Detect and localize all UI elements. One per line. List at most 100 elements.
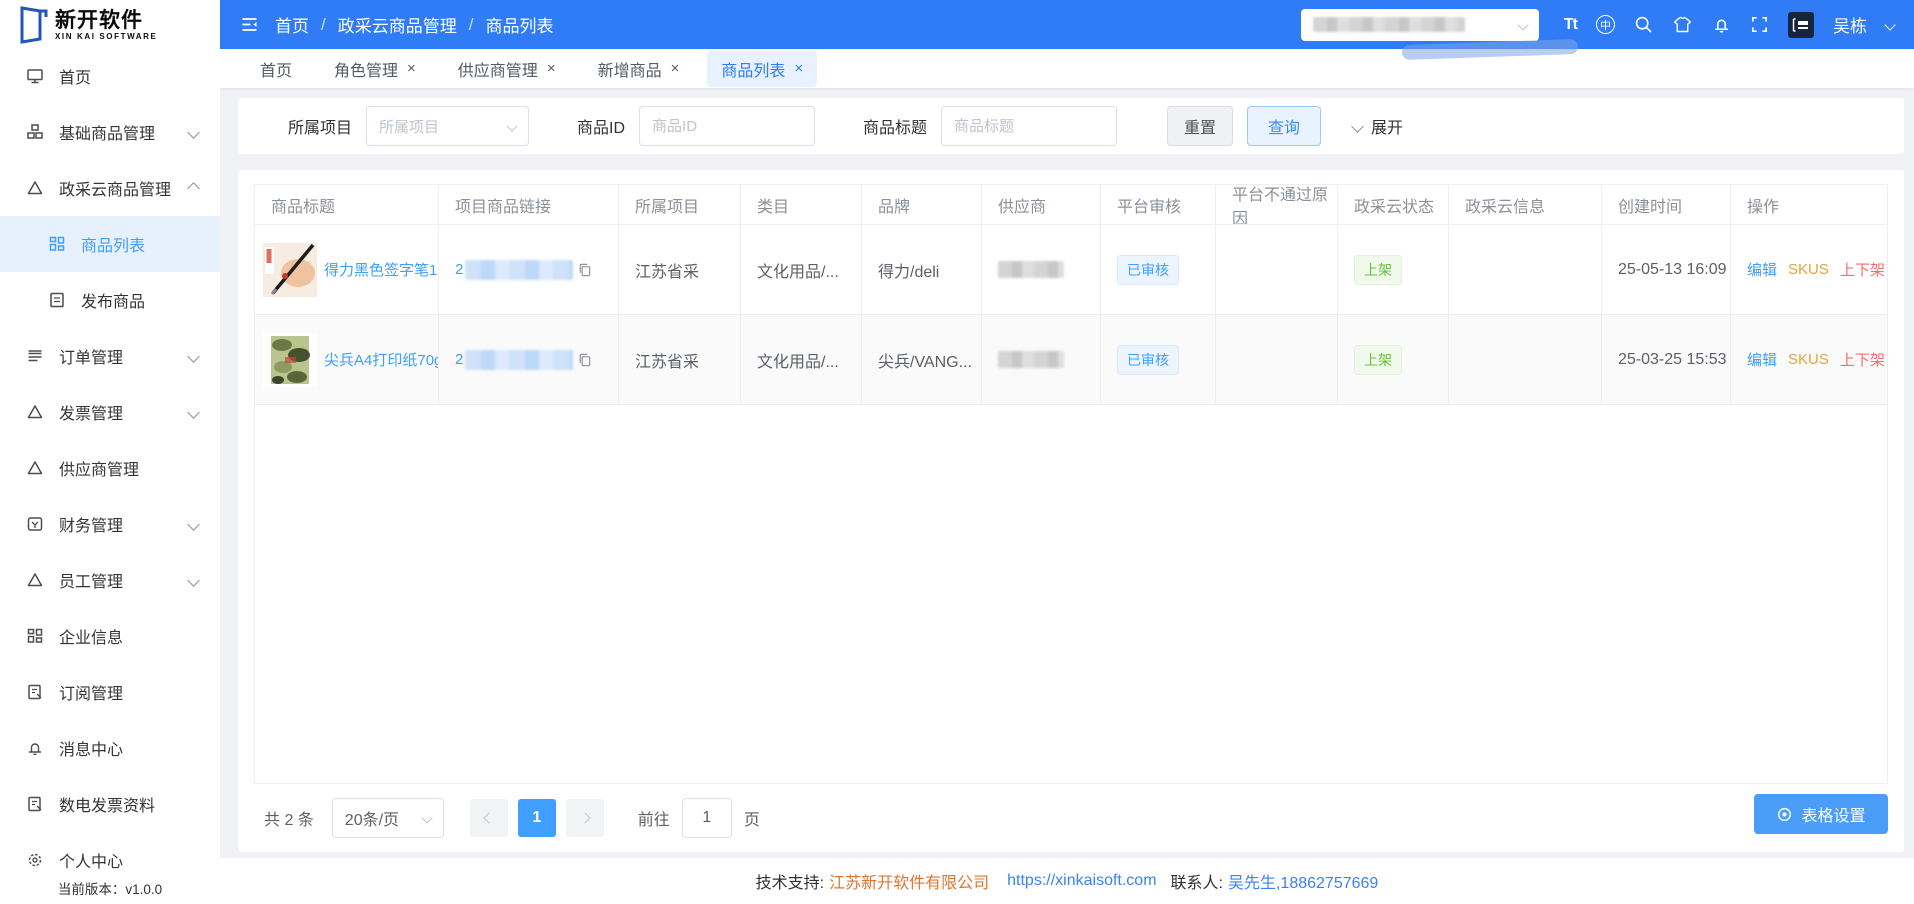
chevron-down-icon[interactable] [1884,19,1895,30]
product-image-paper[interactable] [263,333,317,387]
bell-icon[interactable] [1712,15,1731,34]
triangle-icon [26,459,44,477]
sidebar-item-staff[interactable]: 员工管理 [0,552,220,608]
sidebar-item-subscription[interactable]: 订阅管理 [0,664,220,720]
chevron-up-icon [187,182,200,195]
product-title-input[interactable] [941,106,1117,146]
sidebar-item-goods-list[interactable]: 商品列表 [0,216,220,272]
page-size-select[interactable]: 20条/页 [332,798,444,838]
bell-icon [26,739,44,757]
copy-icon[interactable] [577,352,592,367]
website-link[interactable]: https://xinkaisoft.com [1007,872,1156,890]
breadcrumb: 首页 / 政采云商品管理 / 商品列表 [275,12,553,37]
current-page-button[interactable]: 1 [518,799,556,837]
menu-fold-icon[interactable] [240,15,259,34]
prev-page-button[interactable] [470,799,508,837]
col-header: 平台审核 [1101,185,1216,225]
chevron-down-icon [187,126,200,139]
avatar[interactable] [1788,12,1814,38]
col-header: 创建时间 [1602,185,1731,225]
sidebar: 新开软件 XIN KAI SOFTWARE 首页 基础商品管理 政采云商品管理 … [0,0,220,904]
expand-toggle[interactable]: 展开 [1353,114,1403,138]
project-filter-select[interactable]: 所属项目 [366,106,529,146]
language-icon[interactable]: 中 [1596,15,1615,34]
cell-zcy-info [1449,315,1602,405]
col-header: 商品标题 [255,185,439,225]
finance-icon [26,515,44,533]
skus-action[interactable]: SKUS [1788,351,1829,368]
tab-new-product[interactable]: 新增商品× [584,51,694,87]
redacted-supplier [998,351,1064,368]
product-image-pen[interactable] [263,243,317,297]
main-content: 所属项目 所属项目 商品ID 商品标题 重置 查询 展开 商品标题 项目商品链接… [220,88,1914,858]
sidebar-item-label: 员工管理 [59,568,123,592]
close-icon[interactable]: × [794,61,803,76]
col-header: 品牌 [862,185,982,225]
tab-supplier-management[interactable]: 供应商管理× [444,51,570,87]
col-header: 操作 [1731,185,1887,225]
product-id-input[interactable] [639,106,815,146]
product-link[interactable]: 2 [455,351,463,368]
cell-reject-reason [1216,315,1338,405]
reset-button[interactable]: 重置 [1167,106,1233,146]
header-select[interactable] [1301,9,1539,41]
chevron-down-icon [187,350,200,363]
sidebar-item-finance[interactable]: 财务管理 [0,496,220,552]
search-icon[interactable] [1634,15,1653,34]
triangle-icon [26,571,44,589]
redacted-supplier [998,261,1064,278]
sidebar-item-suppliers[interactable]: 供应商管理 [0,440,220,496]
sidebar-item-home[interactable]: 首页 [0,48,220,104]
theme-icon[interactable] [1672,15,1693,34]
close-icon[interactable]: × [671,61,680,76]
next-page-button[interactable] [566,799,604,837]
fullscreen-icon[interactable] [1750,15,1769,34]
sidebar-item-orders[interactable]: 订单管理 [0,328,220,384]
tab-home[interactable]: 首页 [246,51,306,87]
tab-goods-list[interactable]: 商品列表× [707,51,817,87]
edit-action[interactable]: 编辑 [1747,259,1777,280]
username[interactable]: 吴栋 [1833,12,1867,37]
cell-brand: 尖兵/VANG... [862,315,982,405]
sidebar-item-label: 数电发票资料 [59,792,155,816]
cell-category: 文化用品/... [741,315,862,405]
sidebar-item-label: 发布商品 [81,288,145,312]
goto-page-input[interactable] [682,798,732,838]
product-link[interactable]: 2 [455,261,463,278]
query-button[interactable]: 查询 [1247,106,1321,146]
cell-category: 文化用品/... [741,225,862,315]
table-row: 得力黑色签字笔12支 2 江苏省采 文化用品/... 得力/deli 已审核 上… [255,225,1887,315]
shelf-toggle-action[interactable]: 上下架 [1840,349,1885,370]
breadcrumb-home[interactable]: 首页 [275,12,309,37]
logo-subtitle: XIN KAI SOFTWARE [55,32,158,41]
table-settings-button[interactable]: 表格设置 [1754,794,1888,834]
cell-created-time: 25-03-25 15:53 [1602,315,1731,405]
product-title-link[interactable]: 得力黑色签字笔12支 [324,259,439,280]
product-title-link[interactable]: 尖兵A4打印纸70g 5 [324,349,439,370]
redacted-link [465,260,573,280]
edit-action[interactable]: 编辑 [1747,349,1777,370]
company-link[interactable]: 江苏新开软件有限公司 [829,869,989,893]
contact-link[interactable]: 吴先生,18862757669 [1228,869,1378,893]
close-icon[interactable]: × [547,61,556,76]
chevron-down-icon [506,120,517,131]
sidebar-item-messages[interactable]: 消息中心 [0,720,220,776]
sidebar-item-company-info[interactable]: 企业信息 [0,608,220,664]
sidebar-item-publish-goods[interactable]: 发布商品 [0,272,220,328]
close-icon[interactable]: × [407,61,416,76]
monitor-icon [26,67,44,85]
redacted-link [465,350,573,370]
sidebar-item-label: 消息中心 [59,736,123,760]
font-size-icon[interactable]: Tt [1564,16,1577,34]
skus-action[interactable]: SKUS [1788,261,1829,278]
sidebar-item-zcy-goods[interactable]: 政采云商品管理 [0,160,220,216]
sidebar-item-invoices[interactable]: 发票管理 [0,384,220,440]
sidebar-item-label: 订单管理 [59,344,123,368]
copy-icon[interactable] [577,262,592,277]
tab-role-management[interactable]: 角色管理× [320,51,430,87]
sidebar-item-base-goods[interactable]: 基础商品管理 [0,104,220,160]
sidebar-item-einvoice-data[interactable]: 数电发票资料 [0,776,220,832]
shelf-toggle-action[interactable]: 上下架 [1840,259,1885,280]
sidebar-item-label: 供应商管理 [59,456,139,480]
breadcrumb-section[interactable]: 政采云商品管理 [338,12,457,37]
